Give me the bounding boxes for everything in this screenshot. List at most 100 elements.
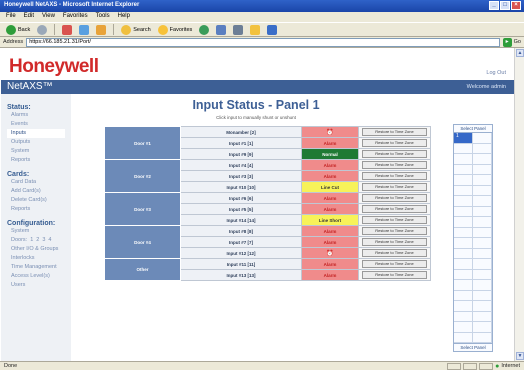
home-button[interactable] [94, 24, 108, 35]
panel-slot[interactable] [473, 133, 492, 144]
door-link-3[interactable]: 3 [42, 236, 45, 245]
panel-slot[interactable] [454, 259, 473, 270]
input-name-cell[interactable]: Input #13 [13] [180, 269, 302, 281]
print-button[interactable] [231, 24, 245, 35]
panel-slot[interactable] [473, 238, 492, 249]
sidebar-item-access-levels[interactable]: Access Level(s) [11, 272, 65, 281]
media-button[interactable] [197, 24, 211, 35]
panel-slot[interactable] [473, 280, 492, 291]
restore-to-time-zone-button[interactable]: Restore to Time Zone [362, 227, 427, 235]
restore-to-time-zone-button[interactable]: Restore to Time Zone [362, 139, 427, 147]
input-name-cell[interactable]: Input #1 [1] [180, 137, 302, 149]
input-name-cell[interactable]: Input #8 [8] [180, 225, 302, 237]
panel-slot[interactable] [473, 154, 492, 165]
input-name-cell[interactable]: Input #7 [7] [180, 236, 302, 248]
maximize-button[interactable]: □ [500, 1, 510, 10]
panel-slot[interactable] [454, 143, 473, 154]
menu-help[interactable]: Help [118, 13, 130, 21]
panel-slot[interactable] [473, 311, 492, 322]
restore-to-time-zone-button[interactable]: Restore to Time Zone [362, 150, 427, 158]
search-button[interactable]: Search [119, 24, 152, 35]
input-name-cell[interactable]: Input #5 [5] [180, 203, 302, 215]
restore-to-time-zone-button[interactable]: Restore to Time Zone [362, 183, 427, 191]
panel-slot[interactable] [473, 290, 492, 301]
panel-slot[interactable] [454, 196, 473, 207]
sidebar-item-events[interactable]: Events [11, 120, 65, 129]
menu-tools[interactable]: Tools [96, 13, 110, 21]
input-name-cell[interactable]: Monamber [2] [180, 126, 302, 138]
panel-slot[interactable] [473, 196, 492, 207]
menu-edit[interactable]: Edit [24, 13, 34, 21]
panel-slot[interactable] [454, 269, 473, 280]
restore-to-time-zone-button[interactable]: Restore to Time Zone [362, 128, 427, 136]
refresh-button[interactable] [77, 24, 91, 35]
panel-slot[interactable] [454, 217, 473, 228]
door-link-4[interactable]: 4 [48, 236, 51, 245]
input-name-cell[interactable]: Input #12 [12] [180, 247, 302, 259]
panel-slot[interactable] [473, 164, 492, 175]
panel-slot[interactable] [454, 311, 473, 322]
edit-button[interactable] [248, 24, 262, 35]
sidebar-item-users[interactable]: Users [11, 281, 65, 290]
restore-to-time-zone-button[interactable]: Restore to Time Zone [362, 216, 427, 224]
mail-button[interactable] [214, 24, 228, 35]
panel-slot[interactable] [473, 259, 492, 270]
favorites-button[interactable]: Favorites [156, 24, 195, 35]
panel-slot[interactable] [473, 185, 492, 196]
restore-to-time-zone-button[interactable]: Restore to Time Zone [362, 172, 427, 180]
panel-slot[interactable] [473, 143, 492, 154]
restore-to-time-zone-button[interactable]: Restore to Time Zone [362, 271, 427, 279]
menu-favorites[interactable]: Favorites [63, 13, 88, 21]
door-link-1[interactable]: 1 [30, 236, 33, 245]
input-name-cell[interactable]: Input #6 [6] [180, 192, 302, 204]
address-input[interactable]: https://66.185.21.31/Port/ [26, 37, 500, 47]
panel-slot[interactable] [454, 206, 473, 217]
panel-slot[interactable] [473, 301, 492, 312]
restore-to-time-zone-button[interactable]: Restore to Time Zone [362, 238, 427, 246]
panel-slot[interactable] [454, 301, 473, 312]
panel-slot[interactable] [454, 154, 473, 165]
sidebar-item-other-io[interactable]: Other I/O & Groups [11, 245, 65, 254]
restore-to-time-zone-button[interactable]: Restore to Time Zone [362, 260, 427, 268]
input-name-cell[interactable]: Input #11 [11] [180, 258, 302, 270]
panel-slot[interactable] [454, 238, 473, 249]
scroll-up-icon[interactable]: ▲ [516, 49, 524, 57]
scroll-down-icon[interactable]: ▼ [516, 352, 524, 360]
panel-slot[interactable] [473, 227, 492, 238]
input-name-cell[interactable]: Input #3 [3] [180, 170, 302, 182]
panel-slot[interactable] [473, 332, 492, 343]
panel-slot[interactable] [473, 217, 492, 228]
door-link-2[interactable]: 2 [36, 236, 39, 245]
panel-slot[interactable] [454, 227, 473, 238]
panel-slot[interactable] [454, 280, 473, 291]
panel-slot[interactable] [473, 269, 492, 280]
forward-button[interactable] [35, 24, 49, 35]
sidebar-item-card-reports[interactable]: Reports [11, 205, 65, 214]
sidebar-item-inputs[interactable]: Inputs [7, 129, 65, 138]
vertical-scrollbar[interactable]: ▲ ▼ [514, 48, 524, 361]
go-button[interactable]: ▸ Go [502, 37, 521, 47]
panel-slot[interactable] [454, 175, 473, 186]
sidebar-item-alarms[interactable]: Alarms [11, 111, 65, 120]
restore-to-time-zone-button[interactable]: Restore to Time Zone [362, 161, 427, 169]
panel-slot[interactable] [473, 248, 492, 259]
sidebar-item-config-system[interactable]: System [11, 227, 65, 236]
sidebar-item-outputs[interactable]: Outputs [11, 138, 65, 147]
input-name-cell[interactable]: Input #9 [9] [180, 148, 302, 160]
stop-button[interactable] [60, 24, 74, 35]
sidebar-item-time-management[interactable]: Time Management [11, 263, 65, 272]
input-name-cell[interactable]: Input #4 [4] [180, 159, 302, 171]
sidebar-item-add-cards[interactable]: Add Card(s) [11, 187, 65, 196]
input-name-cell[interactable]: Input #10 [10] [180, 181, 302, 193]
sidebar-item-card-data[interactable]: Card Data [11, 178, 65, 187]
panel-slot[interactable] [473, 322, 492, 333]
logout-link[interactable]: Log Out [486, 70, 506, 76]
back-button[interactable]: Back [4, 24, 32, 35]
discuss-button[interactable] [265, 24, 279, 35]
restore-to-time-zone-button[interactable]: Restore to Time Zone [362, 205, 427, 213]
sidebar-item-interlocks[interactable]: Interlocks [11, 254, 65, 263]
restore-to-time-zone-button[interactable]: Restore to Time Zone [362, 194, 427, 202]
sidebar-item-delete-cards[interactable]: Delete Card(s) [11, 196, 65, 205]
minimize-button[interactable]: _ [489, 1, 499, 10]
menu-view[interactable]: View [42, 13, 55, 21]
